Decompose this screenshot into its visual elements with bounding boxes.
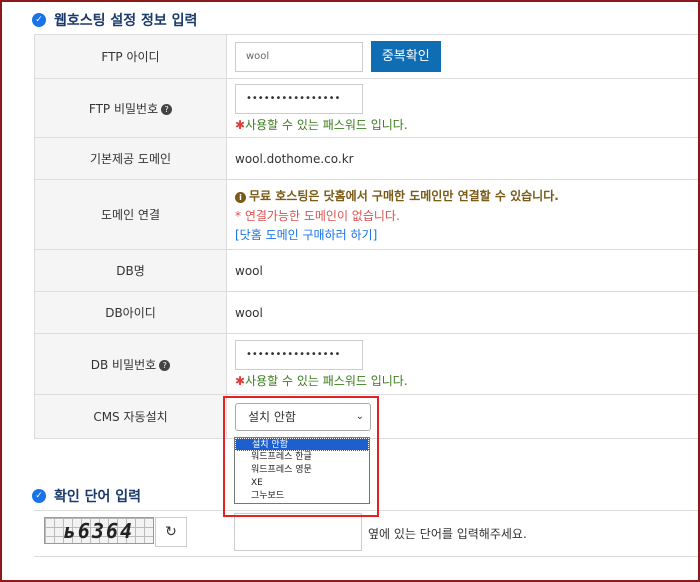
db-pw-label: DB 비밀번호? [34,333,227,395]
info-circle-icon: i [235,191,246,203]
row-ftp-id: FTP 아이디 wool 중복확인 [34,34,700,79]
cms-select[interactable]: 설치 안함 ⌄ [235,402,371,431]
hosting-form-table: FTP 아이디 wool 중복확인 FTP 비밀번호? ••••••••••••… [34,34,700,439]
db-id-value: wool [226,291,700,334]
section-title-captcha: ✓ 확인 단어 입력 [32,486,141,506]
row-domain-link: 도메인 연결 i 무료 호스팅은 닷홈에서 구매한 도메인만 연결할 수 있습니다… [34,179,700,250]
domain-label: 기본제공 도메인 [34,137,227,180]
ftp-pw-hint-text: 사용할 수 있는 패스워드 입니다. [245,117,408,132]
ftp-pw-label: FTP 비밀번호? [34,78,227,138]
ftp-pw-cell: •••••••••••••••• ✱사용할 수 있는 패스워드 입니다. [226,78,700,138]
cms-label: CMS 자동설치 [34,394,227,439]
cms-option[interactable]: 설치 안함 [235,438,369,451]
row-cms: CMS 자동설치 설치 안함 ⌄ [34,394,700,439]
section-title-text: 확인 단어 입력 [54,489,142,505]
domain-link-label: 도메인 연결 [34,179,227,250]
db-pw-hint: ✱사용할 수 있는 패스워드 입니다. [235,372,700,389]
domain-warning: * 연결가능한 도메인이 없습니다. [235,208,400,223]
cms-option[interactable]: 워드프레스 영문 [235,464,369,477]
db-name-label: DB명 [34,249,227,292]
domain-notice-text: 무료 호스팅은 닷홈에서 구매한 도메인만 연결할 수 있습니다. [249,188,559,203]
cms-cell: 설치 안함 ⌄ [226,394,700,439]
asterisk-icon: ✱ [235,117,246,132]
buy-domain-link[interactable]: [닷홈 도메인 구매하러 하기] [235,226,700,243]
ftp-id-cell: wool 중복확인 [226,34,700,79]
ftp-id-label: FTP 아이디 [34,34,227,79]
cms-option[interactable]: XE [235,477,369,490]
domain-link-cell: i 무료 호스팅은 닷홈에서 구매한 도메인만 연결할 수 있습니다. * 연결가… [226,179,700,250]
db-pw-cell: •••••••••••••••• ✱사용할 수 있는 패스워드 입니다. [226,333,700,395]
captcha-row: ь6364 ↻ 옆에 있는 단어를 입력해주세요. [34,510,700,557]
captcha-hint: 옆에 있는 단어를 입력해주세요. [368,527,527,541]
question-circle-icon[interactable]: ? [161,103,173,115]
row-ftp-pw: FTP 비밀번호? •••••••••••••••• ✱사용할 수 있는 패스워… [34,78,700,138]
row-db-id: DB아이디 wool [34,291,700,334]
captcha-image: ь6364 [44,517,154,544]
check-circle-icon: ✓ [32,13,46,27]
section-title-text: 웹호스팅 설정 정보 입력 [54,13,198,29]
cms-dropdown-list: 설치 안함 워드프레스 한글 워드프레스 영문 XE 그누보드 [234,437,370,504]
check-circle-icon: ✓ [32,489,46,503]
ftp-id-input[interactable]: wool [235,41,363,72]
row-domain: 기본제공 도메인 wool.dothome.co.kr [34,137,700,180]
refresh-icon[interactable]: ↻ [155,517,187,547]
captcha-input[interactable] [234,513,362,551]
ftp-pw-label-text: FTP 비밀번호 [88,101,159,116]
ftp-pw-input[interactable]: •••••••••••••••• [235,83,363,114]
ftp-pw-hint: ✱사용할 수 있는 패스워드 입니다. [235,116,700,133]
db-pw-label-text: DB 비밀번호 [90,357,157,372]
db-pw-hint-text: 사용할 수 있는 패스워드 입니다. [245,373,408,388]
db-pw-input[interactable]: •••••••••••••••• [235,339,363,370]
section-title-hosting: ✓ 웹호스팅 설정 정보 입력 [32,10,197,30]
domain-notice: i 무료 호스팅은 닷홈에서 구매한 도메인만 연결할 수 있습니다. [235,187,700,204]
row-db-pw: DB 비밀번호? •••••••••••••••• ✱사용할 수 있는 패스워드… [34,333,700,395]
cms-option[interactable]: 워드프레스 한글 [235,451,369,464]
cms-selected-value: 설치 안함 [248,410,296,424]
db-name-value: wool [226,249,700,292]
question-circle-icon[interactable]: ? [159,359,171,371]
chevron-down-icon: ⌄ [355,411,364,422]
db-id-label: DB아이디 [34,291,227,334]
asterisk-icon: ✱ [235,373,246,388]
domain-value: wool.dothome.co.kr [226,137,700,180]
duplicate-check-button[interactable]: 중복확인 [370,41,441,72]
cms-option[interactable]: 그누보드 [235,490,369,503]
row-db-name: DB명 wool [34,249,700,292]
